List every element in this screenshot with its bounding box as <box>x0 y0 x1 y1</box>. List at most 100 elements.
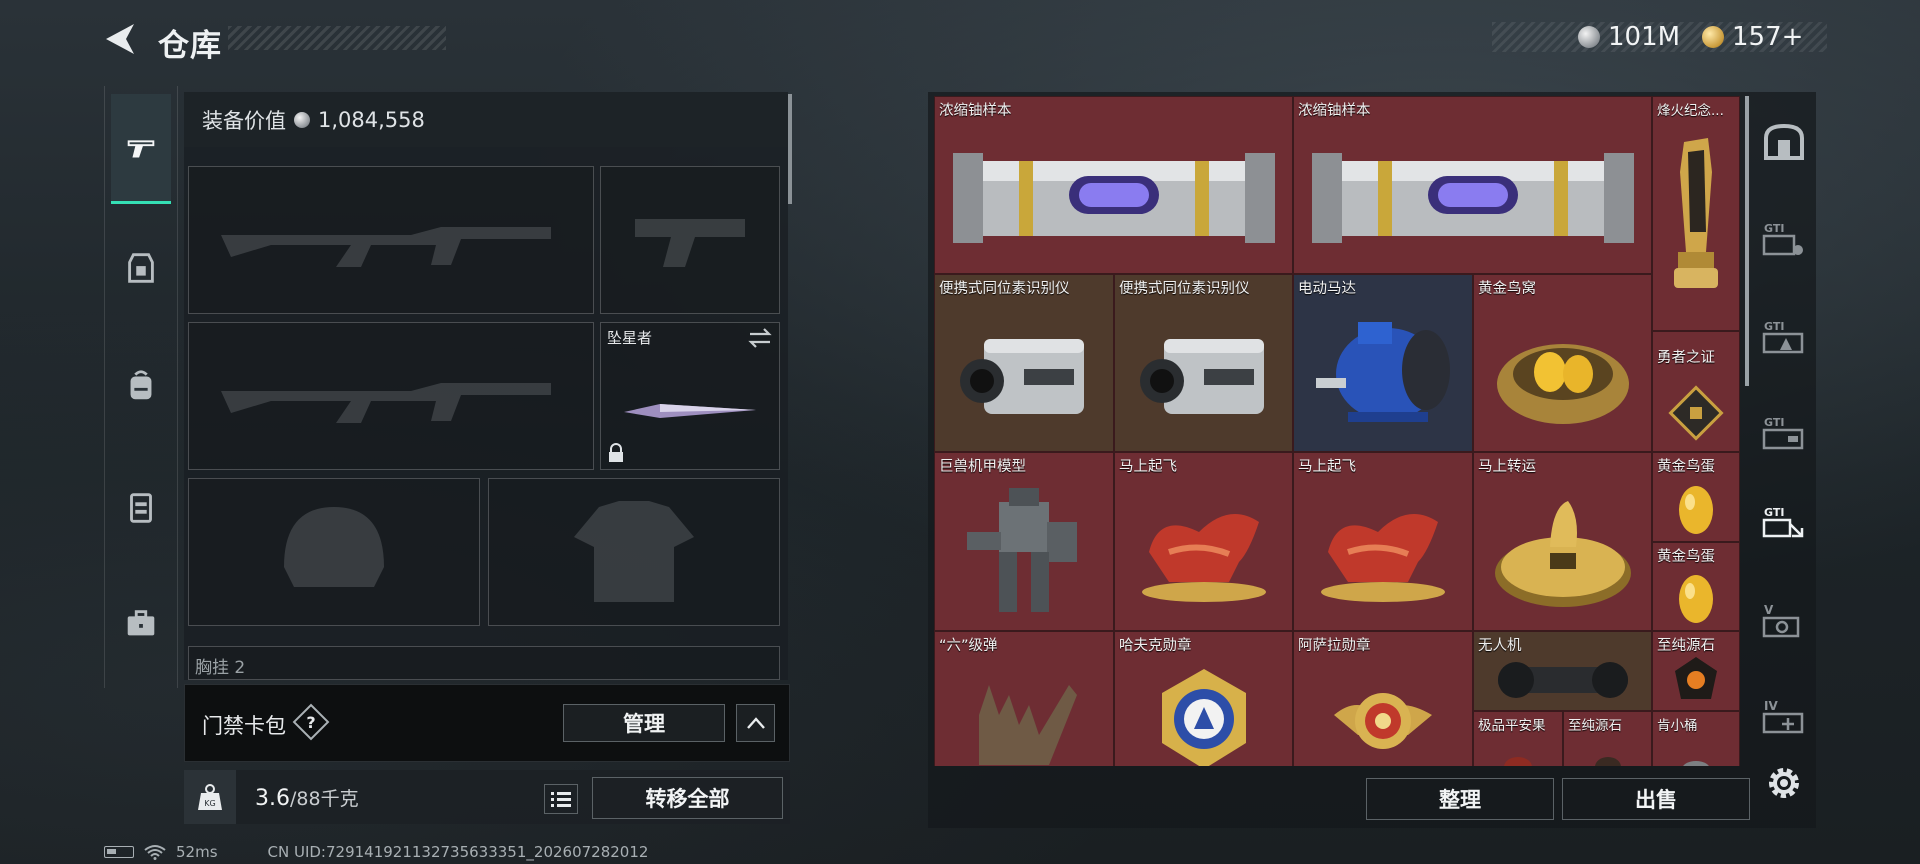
iv-card-icon: IV <box>1762 699 1804 734</box>
tab-gti-card-4[interactable]: GTI <box>1756 494 1812 550</box>
stash-item-horse-1[interactable]: 马上起飞 <box>1114 452 1293 631</box>
primary-weapon-slot[interactable] <box>188 166 594 314</box>
list-icon <box>551 792 571 807</box>
gold-coin-icon <box>1702 26 1724 48</box>
briefcase-icon <box>127 610 155 636</box>
settings-button[interactable] <box>1763 762 1805 804</box>
chest-rig-label: 胸挂 2 <box>195 658 246 678</box>
swap-icon[interactable] <box>747 327 773 349</box>
stash-item-drone[interactable]: 无人机 <box>1473 631 1652 711</box>
svg-text:GTI: GTI <box>1764 222 1784 235</box>
tab-gti-card-1[interactable]: GTI <box>1756 210 1812 266</box>
sort-button[interactable]: 整理 <box>1366 778 1554 820</box>
tab-gti-card-2[interactable]: GTI <box>1756 308 1812 364</box>
trophy-icon <box>1674 138 1718 289</box>
tab-briefcase[interactable] <box>111 594 171 654</box>
stash-item-isotope-1[interactable]: 便携式同位素识别仪 <box>934 274 1114 452</box>
gemstone-icon <box>1675 657 1717 700</box>
stash-item-haavk-medal[interactable]: 哈夫克勋章 <box>1114 631 1293 766</box>
item-name: 勇者之证 <box>1657 350 1715 366</box>
item-name: 便携式同位素识别仪 <box>939 281 1070 297</box>
stash-item-motor[interactable]: 电动马达 <box>1293 274 1473 452</box>
hand-sculpture-icon <box>979 685 1077 766</box>
item-name: 巨兽机甲模型 <box>939 459 1026 475</box>
equipment-value-header: 装备价值 1,084,558 <box>184 92 788 147</box>
equipment-scrollbar[interactable] <box>788 94 792 204</box>
stash-item-horse-2[interactable]: 马上起飞 <box>1293 452 1473 631</box>
tab-chest-rig[interactable] <box>111 478 171 538</box>
item-name: 马上起飞 <box>1119 459 1177 475</box>
melee-weapon-slot[interactable]: 坠星者 <box>600 322 780 470</box>
stash-item-bucket[interactable]: 肯小桶 <box>1652 711 1740 766</box>
collapse-button[interactable] <box>736 704 775 742</box>
knife-icon <box>624 403 756 418</box>
stash-item-pure-stone-2[interactable]: 至纯源石 <box>1563 711 1652 766</box>
back-button[interactable] <box>100 18 142 60</box>
silver-coin-icon <box>1578 26 1600 48</box>
stash-item-uranium-1[interactable]: 浓缩铀样本 <box>934 96 1293 274</box>
access-card-title: 门禁卡包 <box>202 714 286 738</box>
isotope-detector-icon <box>1139 338 1264 414</box>
stash-item-fortune-coin[interactable]: 马上转运 <box>1473 452 1652 631</box>
primary-weapon-slot-2[interactable] <box>188 322 594 470</box>
manage-button[interactable]: 管理 <box>563 704 725 742</box>
sell-button[interactable]: 出售 <box>1562 778 1750 820</box>
uid-text: CN UID:729141921132735633351_20260728201… <box>267 843 649 861</box>
apple-icon <box>1504 757 1532 766</box>
stash-scrollbar[interactable] <box>1745 96 1749 386</box>
tab-weapons[interactable] <box>111 94 171 204</box>
tab-gti-card-3[interactable]: GTI <box>1756 404 1812 460</box>
electric-motor-icon <box>1316 321 1450 422</box>
stash-item-trophy[interactable]: 烽火纪念... <box>1652 96 1740 331</box>
silver-currency: 101M <box>1578 22 1680 52</box>
stash-item-asara-medal[interactable]: 阿萨拉勋章 <box>1293 631 1473 766</box>
list-view-button[interactable] <box>544 784 578 814</box>
stash-item-hand-sculpture[interactable]: “六”级弹 <box>934 631 1114 766</box>
stash-grid: 浓缩铀样本 浓缩铀样本 烽火纪念... 便携式同位素识别仪 便携式同位素识别仪 … <box>934 96 1740 766</box>
item-name: 便携式同位素识别仪 <box>1119 281 1250 297</box>
stash-item-uranium-2[interactable]: 浓缩铀样本 <box>1293 96 1652 274</box>
v-card-icon: V <box>1762 603 1800 638</box>
item-name: 黄金鸟蛋 <box>1657 549 1715 565</box>
chevron-up-icon <box>746 717 765 729</box>
pistol-icon <box>127 139 155 157</box>
item-name: 马上起飞 <box>1298 459 1356 475</box>
svg-text:IV: IV <box>1764 699 1778 713</box>
item-name: 至纯源石 <box>1568 718 1622 734</box>
stash-item-pure-stone-1[interactable]: 至纯源石 <box>1652 631 1740 711</box>
stash-item-golden-egg-2[interactable]: 黄金鸟蛋 <box>1652 542 1740 631</box>
stash-item-badge[interactable]: 勇者之证 <box>1652 331 1740 452</box>
armor-slot[interactable] <box>488 478 780 626</box>
gti-card-icon-1: GTI <box>1762 222 1803 256</box>
gold-currency[interactable]: 157+ <box>1702 22 1803 52</box>
svg-text:GTI: GTI <box>1764 416 1784 429</box>
tab-iv-card[interactable]: IV <box>1756 688 1812 744</box>
item-name: 马上转运 <box>1478 459 1536 475</box>
tab-armor[interactable] <box>111 238 171 298</box>
bucket-icon <box>1683 761 1709 766</box>
stash-item-lucky-apple[interactable]: 极品平安果 <box>1473 711 1563 766</box>
stash-item-isotope-2[interactable]: 便携式同位素识别仪 <box>1114 274 1293 452</box>
helmet-silhouette-icon <box>284 507 384 587</box>
tab-backpack[interactable] <box>111 356 171 416</box>
medal-icon <box>1161 669 1246 766</box>
transfer-all-button[interactable]: 转移全部 <box>592 777 783 819</box>
tab-v-card[interactable]: V <box>1756 592 1812 648</box>
silver-coin-icon <box>294 111 310 128</box>
chest-rig-icon <box>130 493 152 523</box>
status-line: 52ms CN UID:729141921132735633351_202607… <box>104 843 648 861</box>
golden-egg-icon <box>1679 574 1713 623</box>
golden-egg-icon <box>1679 485 1713 534</box>
item-name: “六”级弹 <box>939 638 998 654</box>
tab-safebox[interactable] <box>1756 114 1812 170</box>
stash-item-mech[interactable]: 巨兽机甲模型 <box>934 452 1114 631</box>
weight-icon-box: KG <box>184 770 236 824</box>
stash-item-golden-nest[interactable]: 黄金鸟窝 <box>1473 274 1652 452</box>
svg-text:GTI: GTI <box>1764 506 1784 519</box>
secondary-weapon-slot[interactable] <box>600 166 780 314</box>
mech-model-icon <box>967 488 1077 613</box>
kg-label: KG <box>204 799 215 808</box>
helmet-slot[interactable] <box>188 478 480 626</box>
chest-rig-section[interactable]: 胸挂 2 <box>188 646 780 680</box>
stash-item-golden-egg-1[interactable]: 黄金鸟蛋 <box>1652 452 1740 542</box>
